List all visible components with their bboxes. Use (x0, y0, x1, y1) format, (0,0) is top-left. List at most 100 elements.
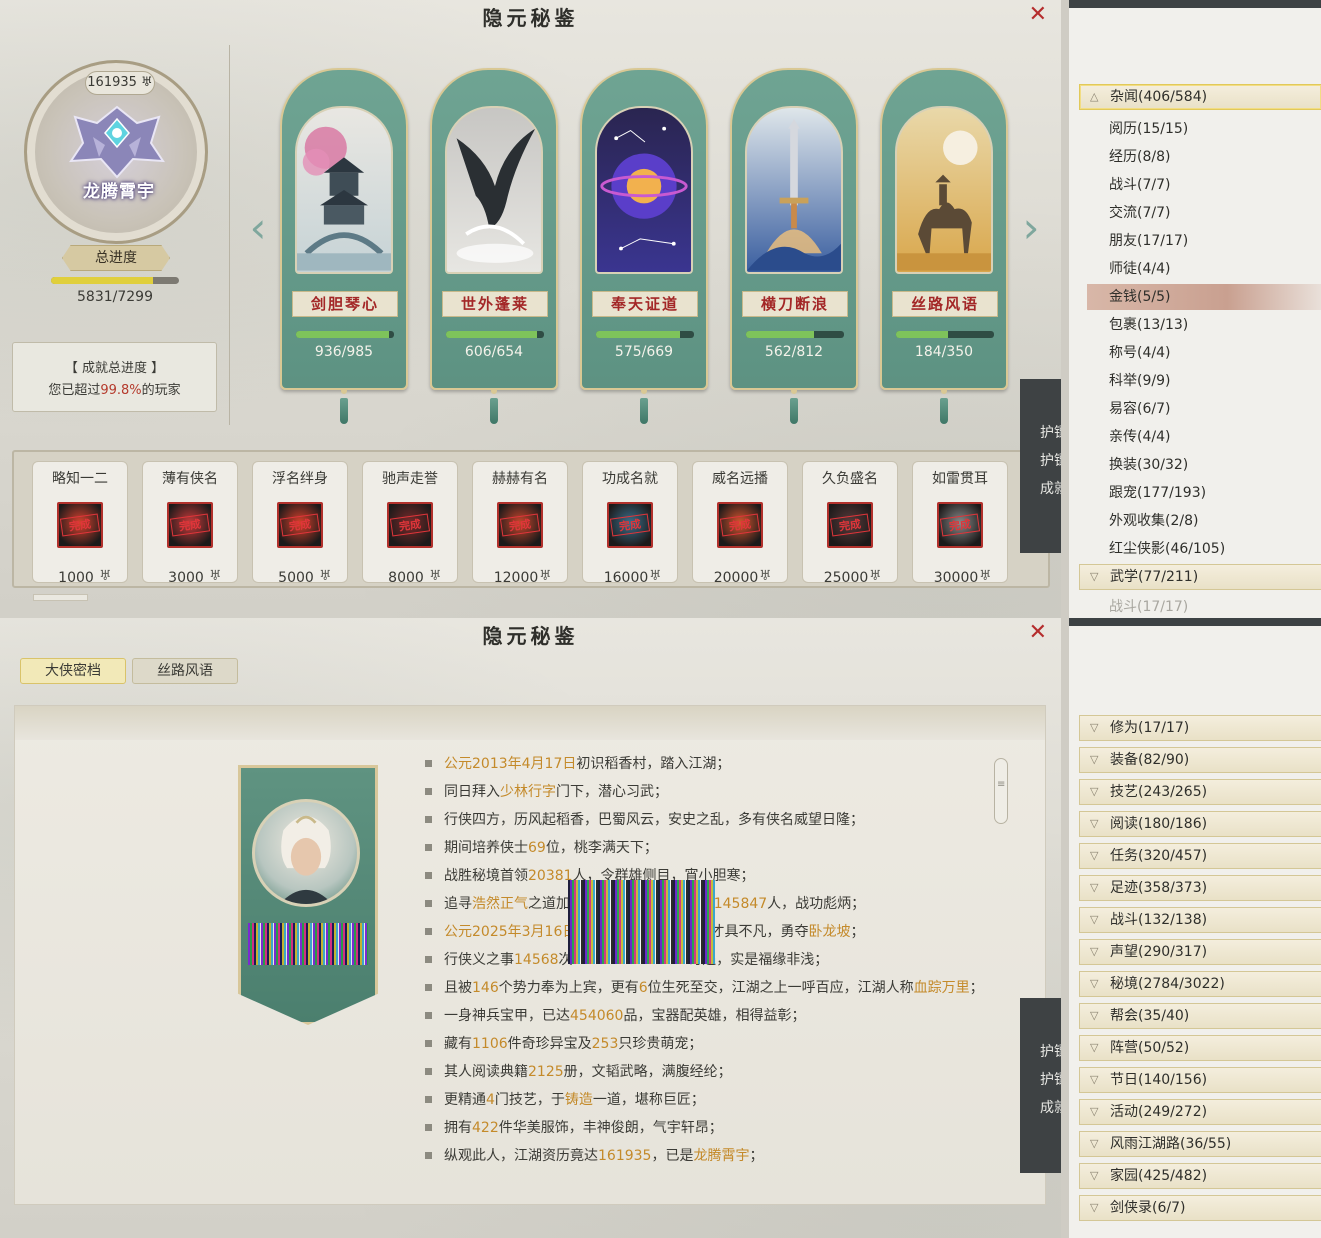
sidebar-category[interactable]: ▽ 帮会(35/40) (1079, 1003, 1321, 1029)
sidebar-category[interactable]: ▽ 修为(17/17) (1079, 715, 1321, 741)
sidebar-subitem[interactable]: 称号(4/4) (1109, 340, 1321, 366)
chevron-down-icon: ▽ (1090, 1073, 1099, 1086)
side-tab[interactable]: 护镖 护镖 成就 (1020, 379, 1061, 553)
sidebar-subitem[interactable]: 换装(30/32) (1109, 452, 1321, 478)
total-progress-count: 5831/7299 (77, 289, 153, 305)
sidebar-category[interactable]: ▽ 技艺(243/265) (1079, 779, 1321, 805)
bullet-icon (425, 1011, 432, 1019)
sidebar-header-band (1061, 618, 1321, 626)
sidebar-category[interactable]: ▽ 家园(425/482) (1079, 1163, 1321, 1189)
tiers-scrollbar[interactable] (33, 594, 88, 601)
category-card-shiwaipenglai[interactable]: 世外蓬莱 606/654 (430, 68, 558, 424)
bio-line: 期间培养侠士69位，桃李满天下； (425, 834, 1015, 862)
reward-tier[interactable]: 薄有侠名 完成 3000 ♅ (142, 461, 238, 586)
reward-tier[interactable]: 功成名就 完成 16000 ♅ (582, 461, 678, 586)
bullet-icon (425, 1039, 432, 1047)
tab-silu-fengyu[interactable]: 丝路风语 (132, 658, 238, 684)
sidebar-category[interactable]: ▽ 节日(140/156) (1079, 1067, 1321, 1093)
sidebar-subitem[interactable]: 金钱(5/5) (1087, 284, 1321, 310)
sidebar-category[interactable]: ▽ 战斗(132/138) (1079, 907, 1321, 933)
sidebar-subitem[interactable]: 阅历(15/15) (1109, 116, 1321, 142)
sidebar-category[interactable]: ▽ 足迹(358/373) (1079, 875, 1321, 901)
sidebar-category[interactable]: ▽ 声望(290/317) (1079, 939, 1321, 965)
title-name: 龙腾霄宇 (83, 182, 155, 202)
sidebar-category[interactable]: ▽ 秘境(2784/3022) (1079, 971, 1321, 997)
reward-tiers: 略知一二 完成 1000 ♅ 薄有侠名 完成 3000 ♅ 浮名绊身 完成 5000 ♅ 驰声走誉 完成 8… (12, 450, 1050, 588)
completed-stamp: 完成 (719, 513, 761, 537)
sidebar-subitem-partial[interactable]: 战斗(17/17) (1109, 594, 1321, 618)
reward-tier[interactable]: 如雷贯耳 完成 30000 ♅ (912, 461, 1008, 586)
divider (229, 45, 230, 425)
category-card-siluzengyu[interactable]: 丝路风语 184/350 (880, 68, 1008, 424)
planet-scene-icon (595, 106, 693, 274)
points-icon: ♅ (759, 568, 772, 584)
category-wuxue[interactable]: ▽ 武学(77/211) (1079, 564, 1321, 590)
bio-text-segment: ，已是 (651, 1148, 694, 1164)
sidebar-category[interactable]: ▽ 任务(320/457) (1079, 843, 1321, 869)
camel-scene-icon (895, 106, 993, 274)
total-progress-bar (51, 277, 179, 284)
sidebar-subitem[interactable]: 战斗(7/7) (1109, 172, 1321, 198)
sidebar-subitem[interactable]: 朋友(17/17) (1109, 228, 1321, 254)
sidebar-category[interactable]: ▽ 阵营(50/52) (1079, 1035, 1321, 1061)
sidebar-subitem[interactable]: 红尘侠影(46/105) (1109, 536, 1321, 562)
category-label: 修为(17/17) (1110, 720, 1190, 736)
sidebar-subitem[interactable]: 亲传(4/4) (1109, 424, 1321, 450)
sidebar-subitem[interactable]: 师徒(4/4) (1109, 256, 1321, 282)
card-progress-bar (746, 331, 844, 338)
sidebar-subitem[interactable]: 外观收集(2/8) (1109, 508, 1321, 534)
completed-stamp: 完成 (829, 513, 871, 537)
eagle-scene-icon (445, 106, 543, 274)
sidebar-subitem[interactable]: 经历(8/8) (1109, 144, 1321, 170)
reward-tier[interactable]: 威名远播 完成 20000 ♅ (692, 461, 788, 586)
category-card-hengdaoduanlang[interactable]: 横刀断浪 562/812 (730, 68, 858, 424)
bio-text-segment: 一身神兵宝甲，已达 (444, 1008, 570, 1024)
emblem-score: 161935 ♅ (85, 71, 155, 95)
reward-tier[interactable]: 浮名绊身 完成 5000 ♅ (252, 461, 348, 586)
bio-highlight: 69 (528, 840, 546, 856)
category-label: 声望(290/317) (1110, 944, 1208, 960)
sidebar-subitem[interactable]: 易容(6/7) (1109, 396, 1321, 422)
side-tab[interactable]: 护镖 护镖 成就 (1020, 998, 1061, 1173)
achievement-rank-text: 您已超过99.8%的玩家 (48, 383, 181, 398)
prev-arrow-icon[interactable]: ‹ (246, 205, 270, 255)
sidebar-category[interactable]: ▽ 活动(249/272) (1079, 1099, 1321, 1125)
bio-highlight: 20381 (528, 868, 573, 884)
sidebar-subitem[interactable]: 交流(7/7) (1109, 200, 1321, 226)
dragon-crest-icon (69, 105, 165, 179)
window-title: 隐元秘鉴 (482, 6, 579, 30)
tab-daxia-midang[interactable]: 大侠密档 (20, 658, 126, 684)
category-zawen[interactable]: △ 杂闻(406/584) (1079, 84, 1321, 110)
category-label: 足迹(358/373) (1110, 880, 1208, 896)
reward-tier[interactable]: 久负盛名 完成 25000 ♅ (802, 461, 898, 586)
sidebar-category[interactable]: ▽ 风雨江湖路(36/55) (1079, 1131, 1321, 1157)
sidebar-category[interactable]: ▽ 剑侠录(6/7) (1079, 1195, 1321, 1221)
next-arrow-icon[interactable]: › (1019, 205, 1043, 255)
points-icon: ♅ (429, 568, 442, 584)
reward-tier[interactable]: 略知一二 完成 1000 ♅ (32, 461, 128, 586)
close-button[interactable]: ✕ (1029, 622, 1047, 644)
sidebar-subitem[interactable]: 包裹(13/13) (1109, 312, 1321, 338)
sidebar-subitem[interactable]: 科举(9/9) (1109, 368, 1321, 394)
side-tab-item: 护镖 (1040, 1044, 1061, 1060)
bio-highlight: 卧龙坡 (808, 924, 851, 940)
tassel-icon (937, 388, 951, 426)
sidebar-category[interactable]: ▽ 装备(82/90) (1079, 747, 1321, 773)
bullet-icon (425, 899, 432, 907)
bio-highlight: 145847 (713, 896, 768, 912)
category-card-fengtianzhengdao[interactable]: 奉天证道 575/669 (580, 68, 708, 424)
sidebar-category[interactable]: ▽ 阅读(180/186) (1079, 811, 1321, 837)
card-name: 奉天证道 (592, 291, 698, 317)
card-count: 606/654 (464, 344, 524, 360)
chevron-down-icon: ▽ (1090, 1105, 1099, 1118)
bio-scrollbar[interactable] (994, 758, 1008, 824)
bio-text-segment: 册，文韬武略，满腹经纶； (563, 1064, 732, 1080)
bio-text-segment: 更精通 (444, 1092, 486, 1108)
sidebar-subitem[interactable]: 跟宠(177/193) (1109, 480, 1321, 506)
reward-tier[interactable]: 驰声走誉 完成 8000 ♅ (362, 461, 458, 586)
category-card-jiandanqinxin[interactable]: 剑胆琴心 936/985 (280, 68, 408, 424)
category-label: 剑侠录(6/7) (1110, 1200, 1186, 1216)
close-button[interactable]: ✕ (1029, 4, 1047, 26)
side-tab-item: 成就 (1040, 481, 1061, 497)
reward-tier[interactable]: 赫赫有名 完成 12000 ♅ (472, 461, 568, 586)
